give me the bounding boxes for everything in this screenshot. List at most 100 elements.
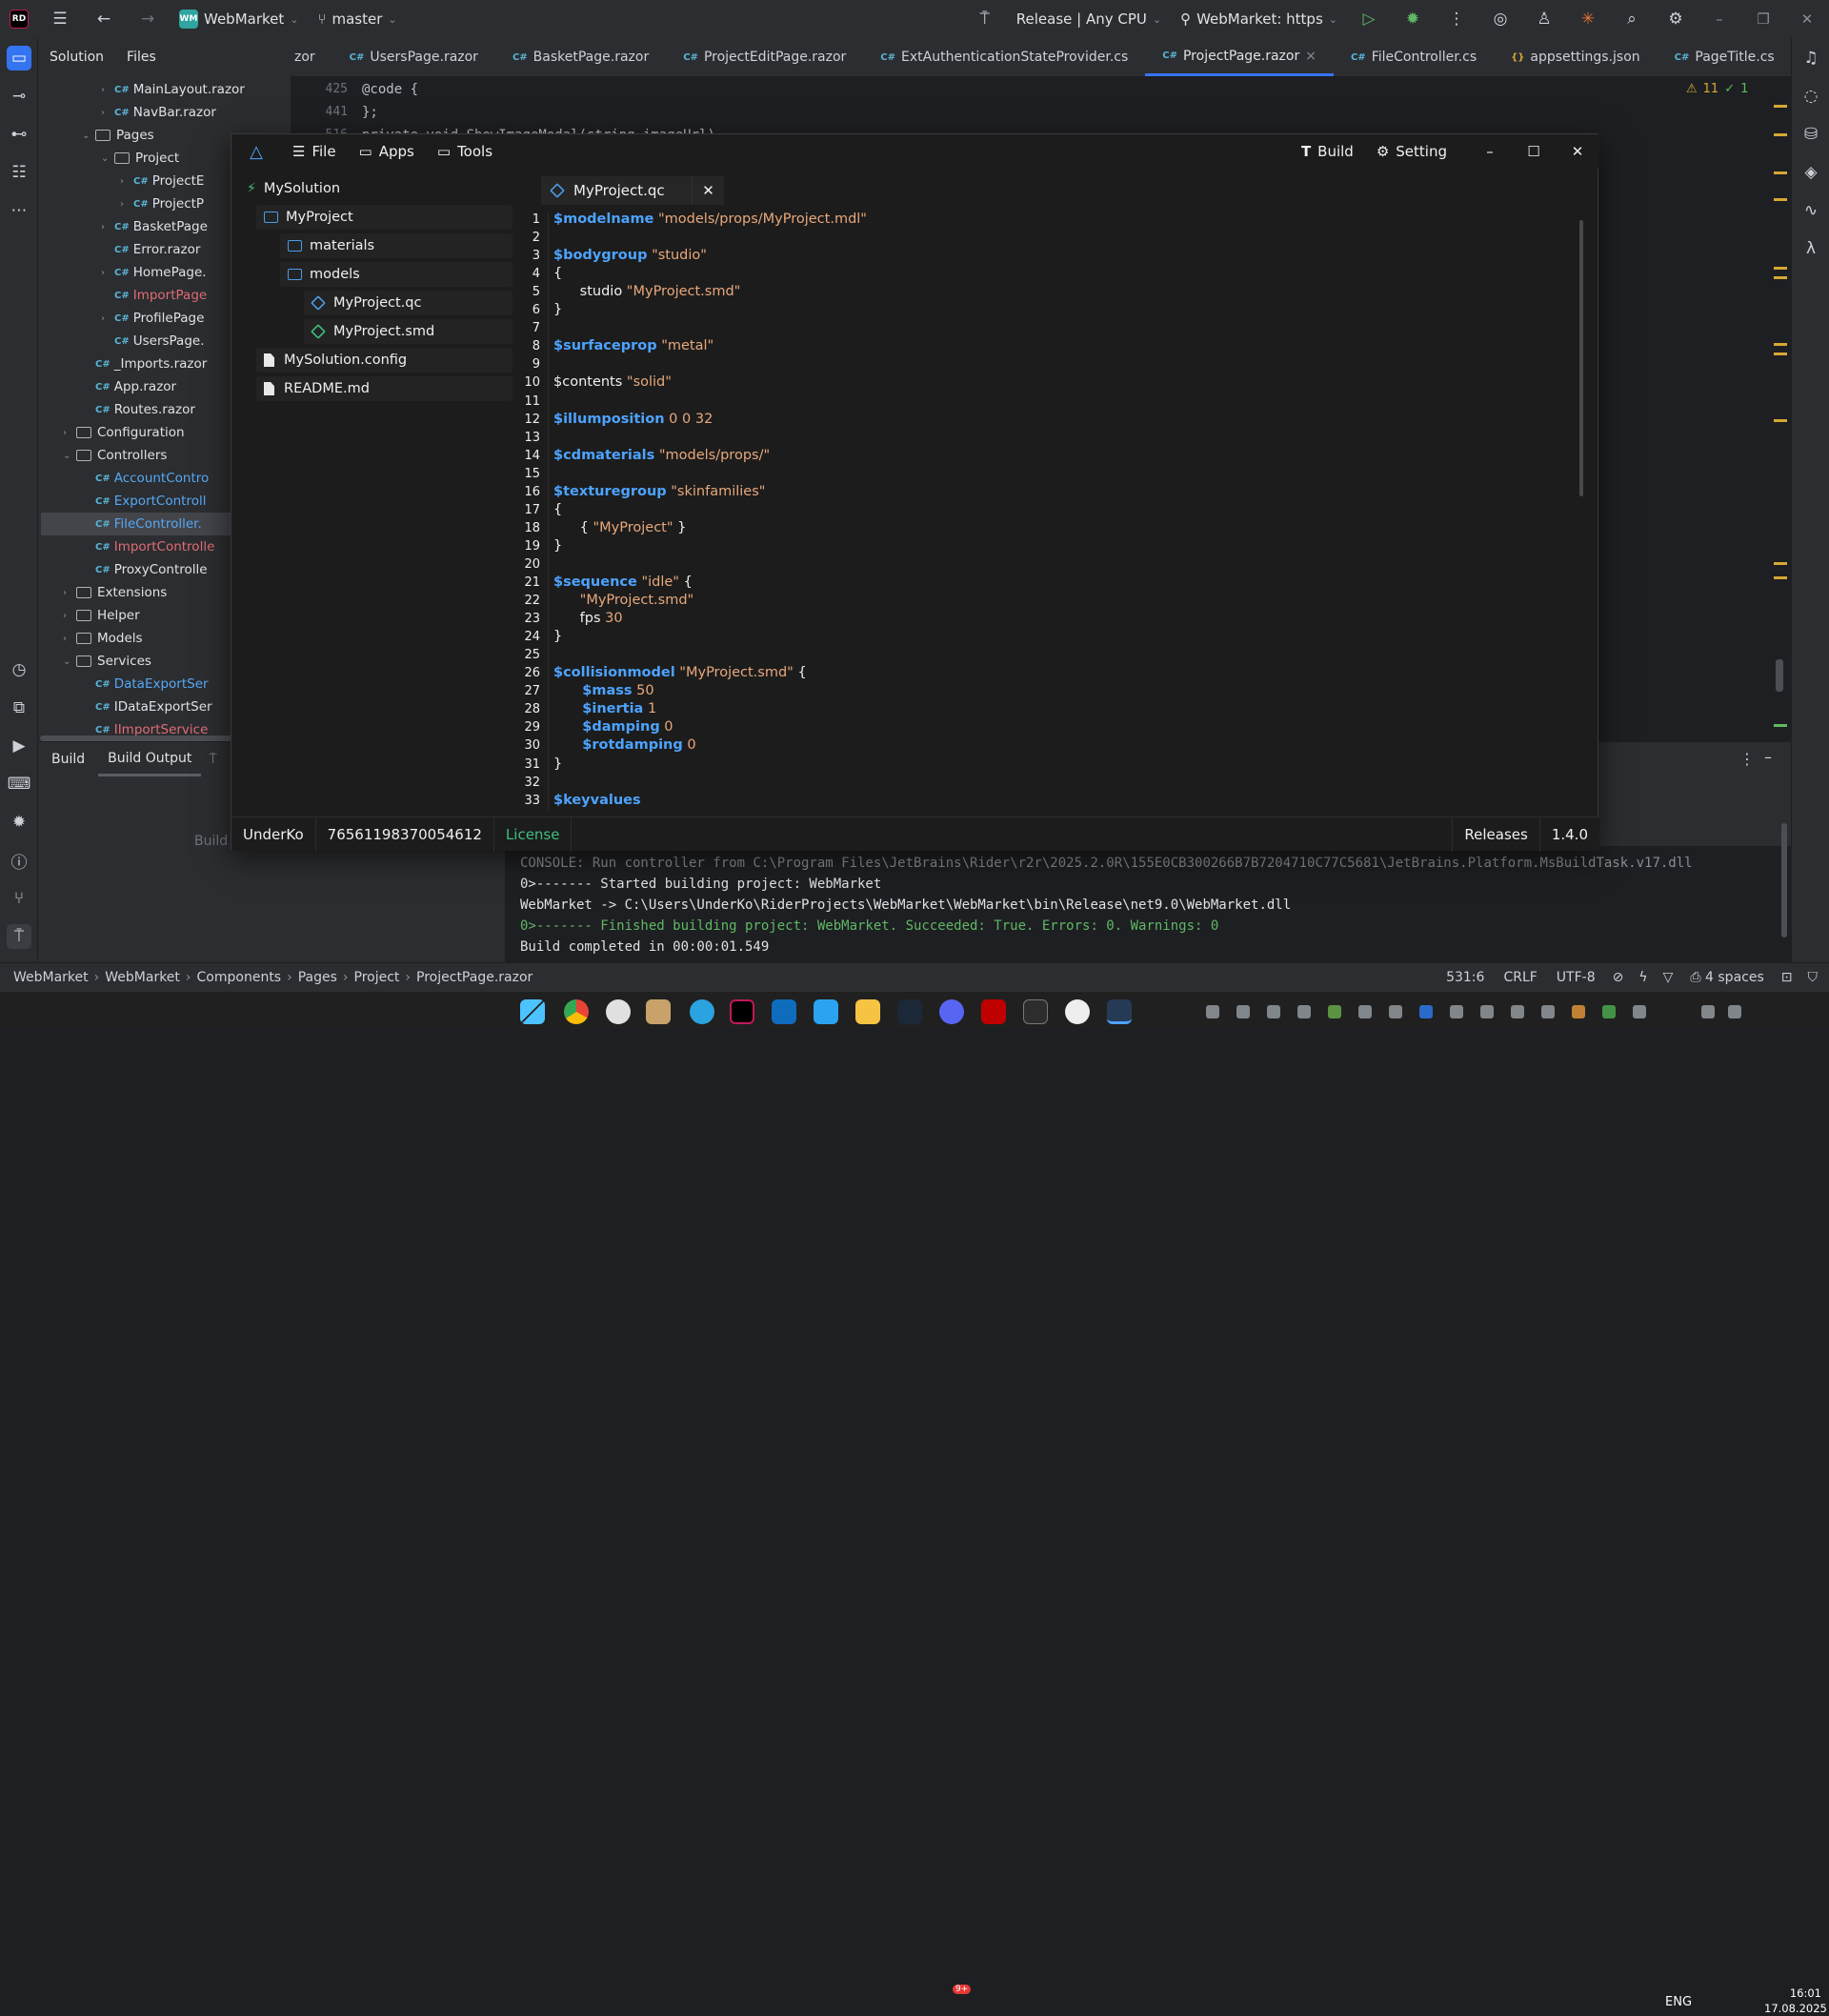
chevron-right-icon[interactable]: › — [63, 634, 76, 644]
ai-chat-button[interactable]: ✳ — [1566, 0, 1610, 38]
chevron-right-icon[interactable]: › — [101, 85, 114, 95]
solution-tree-item[interactable]: ›C#NavBar.razor — [101, 101, 216, 124]
tab-build[interactable]: Build — [38, 752, 98, 767]
telegram-icon[interactable] — [690, 999, 714, 1024]
editor-tab[interactable]: C#BasketPage.razor — [495, 38, 666, 76]
database-icon[interactable]: ⛁ — [1799, 122, 1823, 147]
build-panel-options-icon[interactable]: ⋮ — [1739, 750, 1755, 768]
filter-icon[interactable]: ▽ — [1656, 970, 1681, 985]
pulse-icon[interactable]: ∿ — [1799, 198, 1823, 223]
window-restore-button[interactable]: ❐ — [1741, 0, 1785, 38]
chevron-right-icon[interactable]: › — [101, 222, 114, 232]
terminal-taskbar-icon[interactable] — [1023, 999, 1048, 1024]
breadcrumb-item[interactable]: WebMarket — [99, 970, 186, 985]
editor-scroll-thumb[interactable] — [1776, 659, 1783, 692]
pull-requests-icon[interactable]: ⊷ — [7, 122, 31, 147]
chevron-right-icon[interactable]: › — [120, 176, 133, 187]
breadcrumb-item[interactable]: Pages — [292, 970, 343, 985]
window-close-button[interactable]: ✕ — [1785, 0, 1829, 38]
build-output-scrollbar[interactable] — [1781, 823, 1787, 937]
code-with-me-button[interactable]: ♙ — [1522, 0, 1566, 38]
window-minimize-button[interactable]: – — [1698, 0, 1741, 38]
solution-tree-item[interactable]: ›Extensions — [63, 581, 167, 604]
build-tool-icon[interactable]: ⍑ — [7, 924, 31, 949]
chevron-right-icon[interactable]: › — [101, 108, 114, 118]
ai-assistant-button[interactable]: ◎ — [1478, 0, 1522, 38]
debug-button[interactable]: ✹ — [1391, 0, 1435, 38]
indent-setting[interactable]: ⎙ 4 spaces — [1680, 970, 1773, 985]
solution-tree-item[interactable]: C#ProxyControlle — [82, 558, 208, 581]
breadcrumb-item[interactable]: WebMarket — [8, 970, 94, 985]
tray-mic-icon[interactable] — [1633, 1005, 1646, 1018]
notifications-icon[interactable]: ♫ — [1799, 46, 1823, 71]
solution-tree-item[interactable]: C#ExportControll — [82, 490, 206, 513]
solution-tree-item[interactable]: ⌄Pages — [82, 124, 154, 147]
breadcrumb-item[interactable]: Components — [191, 970, 288, 985]
solution-tree-item[interactable]: ›C#HomePage. — [101, 261, 207, 284]
inspection-widget[interactable]: ⚠11 ✓1 — [1686, 82, 1748, 96]
steam-icon[interactable] — [897, 999, 922, 1024]
tray-wifi-icon[interactable] — [1701, 1005, 1715, 1018]
tab-build-output[interactable]: Build Output — [98, 742, 201, 776]
chevron-right-icon[interactable]: › — [63, 588, 76, 598]
app-tree-item[interactable]: MyProject — [256, 205, 513, 230]
solution-tree-item[interactable]: C#DataExportSer — [82, 673, 209, 696]
solution-tree-item[interactable]: C#Error.razor — [101, 238, 200, 261]
menu-apps[interactable]: ▭Apps — [348, 134, 426, 169]
app-build-button[interactable]: TBuild — [1290, 134, 1365, 169]
file-encoding[interactable]: UTF-8 — [1547, 970, 1605, 985]
app-tree-item[interactable]: ⚡MySolution — [239, 176, 513, 201]
browser-icon[interactable] — [1065, 999, 1090, 1024]
solution-tree-item[interactable]: C#_Imports.razor — [82, 353, 207, 375]
app-tree-item[interactable]: MySolution.config — [256, 348, 513, 373]
chevron-down-icon[interactable]: ⌄ — [63, 656, 76, 667]
app-editor-tab[interactable]: MyProject.qc ✕ — [541, 176, 724, 205]
rider-taskbar-icon[interactable] — [730, 999, 754, 1024]
tray-rider-icon[interactable] — [1236, 1005, 1250, 1018]
chevron-right-icon[interactable]: › — [63, 428, 76, 438]
ai-status-icon[interactable]: ϟ — [1631, 970, 1655, 985]
project-selector[interactable]: WM WebMarket ⌄ — [170, 0, 308, 38]
editor-tab[interactable]: C#ProjectPage.razor× — [1145, 38, 1334, 76]
solution-tree-item[interactable]: ⌄Project — [101, 147, 179, 170]
close-icon[interactable]: ✕ — [692, 176, 724, 205]
git-icon[interactable]: ⑂ — [7, 886, 31, 911]
solution-tree-item[interactable]: C#Routes.razor — [82, 398, 195, 421]
tray-nvidia-icon[interactable] — [1328, 1005, 1341, 1018]
windows-start-icon[interactable] — [520, 999, 545, 1024]
tray-vpn-icon[interactable] — [1358, 1005, 1372, 1018]
build-pin-icon[interactable]: ⍑ — [201, 752, 224, 767]
chevron-down-icon[interactable]: ⌄ — [101, 153, 114, 164]
clock[interactable]: 16:01 17.08.2025 — [1764, 1986, 1821, 2016]
app-window-icon[interactable] — [772, 999, 796, 1024]
input-language[interactable]: ENG — [1665, 1995, 1692, 2009]
terminal-icon[interactable]: ⌨ — [7, 772, 31, 796]
obs-icon[interactable] — [606, 999, 631, 1024]
close-icon[interactable]: × — [1305, 49, 1316, 64]
solution-tree-item[interactable]: ›Models — [63, 627, 143, 650]
tray-app2-icon[interactable] — [1572, 1005, 1585, 1018]
solution-tree-item[interactable]: ⌄Controllers — [63, 444, 167, 467]
gradle-icon[interactable]: ◈ — [1799, 160, 1823, 185]
app-close-button[interactable]: ✕ — [1556, 134, 1599, 169]
read-only-icon[interactable]: ⊡ — [1774, 970, 1800, 985]
tray-battery-icon[interactable] — [1297, 1005, 1311, 1018]
branch-selector[interactable]: ⑂ master ⌄ — [308, 0, 406, 38]
more-horizontal-icon[interactable]: ⋯ — [7, 198, 31, 223]
tray-app-icon[interactable] — [1206, 1005, 1219, 1018]
discord-icon[interactable] — [939, 999, 964, 1024]
editor-tab[interactable]: {}appsettings.json — [1494, 38, 1658, 76]
qc-editor-scrollbar[interactable] — [1579, 220, 1583, 496]
tray-volume-icon[interactable] — [1389, 1005, 1402, 1018]
solution-tree-item[interactable]: ›C#ProjectP — [120, 192, 204, 215]
app-tree-item[interactable]: materials — [280, 233, 513, 258]
editor-tab[interactable]: C#FileController.cs — [1334, 38, 1494, 76]
app-minimize-button[interactable]: – — [1468, 134, 1512, 169]
filezilla-icon[interactable] — [981, 999, 1006, 1024]
app-tree-item[interactable]: MyProject.qc — [304, 291, 513, 315]
solution-tree-item[interactable]: C#App.razor — [82, 375, 176, 398]
solution-tree-item[interactable]: C#UsersPage. — [101, 330, 205, 353]
build-output-console[interactable]: CONSOLE: Run controller from C:\Program … — [505, 846, 1791, 962]
qc-code-editor[interactable]: 1$modelname "models/props/MyProject.mdl"… — [508, 212, 1584, 811]
menu-tools[interactable]: ▭Tools — [426, 134, 504, 169]
